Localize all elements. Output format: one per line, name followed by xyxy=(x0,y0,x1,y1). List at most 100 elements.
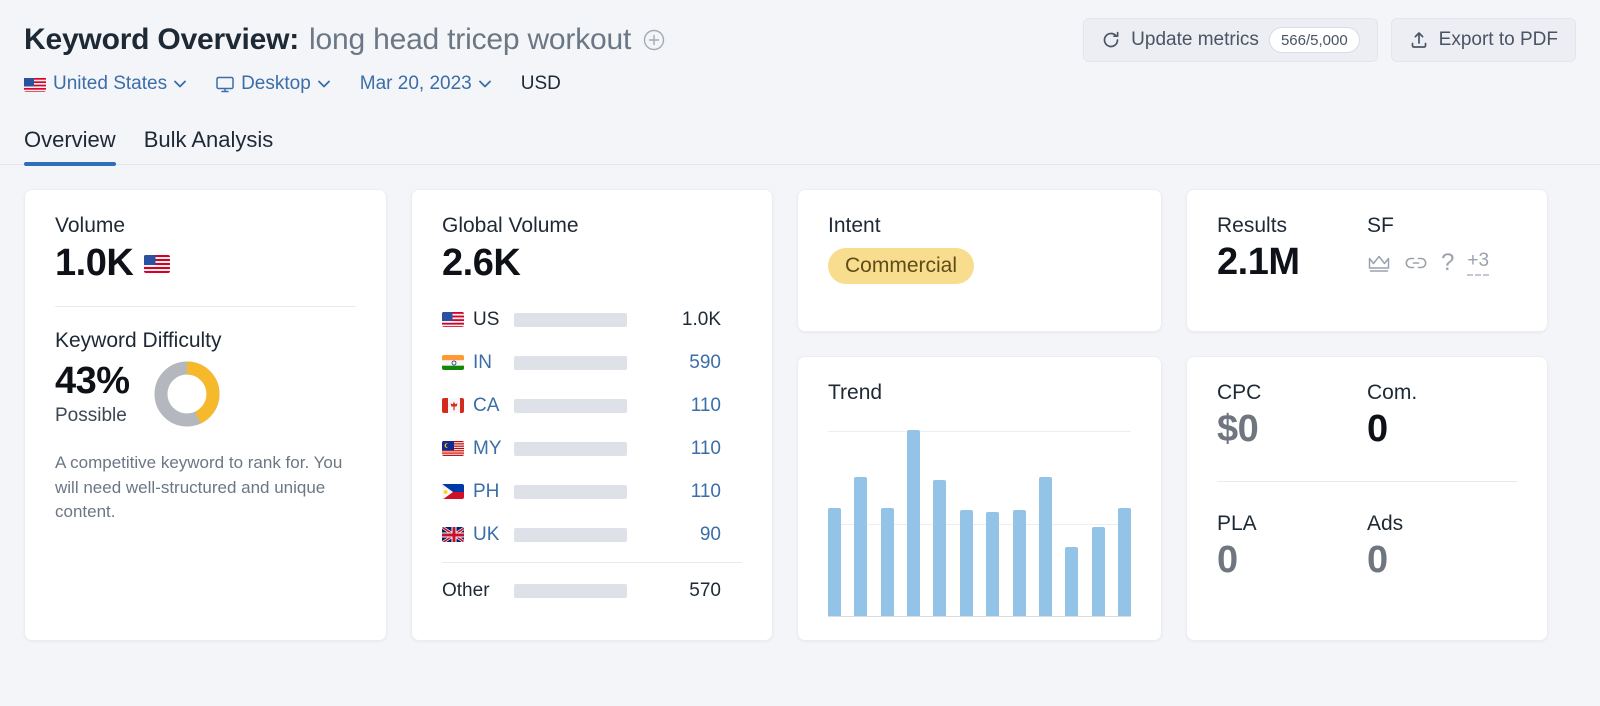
country-code-us: US xyxy=(442,309,514,331)
ca-flag xyxy=(442,398,464,413)
trend-bar[interactable] xyxy=(907,430,920,616)
us-flag xyxy=(442,312,464,327)
volume-bar-track xyxy=(514,356,627,370)
country-code-ca[interactable]: CA xyxy=(442,395,514,417)
ads-block: Ads 0 xyxy=(1367,512,1517,582)
results-row: Results 2.1M SF xyxy=(1217,214,1517,283)
com-value: 0 xyxy=(1367,409,1517,451)
volume-bar-track xyxy=(514,399,627,413)
trend-bar[interactable] xyxy=(1039,477,1052,617)
volume-value: 1.0K xyxy=(55,243,133,284)
country-code-label: IN xyxy=(473,352,492,374)
country-code-label: UK xyxy=(473,524,499,546)
results-label: Results xyxy=(1217,214,1367,238)
sf-more-badge[interactable]: +3 xyxy=(1467,250,1489,276)
link-icon[interactable] xyxy=(1404,253,1428,273)
column-global-volume: Global Volume 2.6K US1.0KIN590CA110MY110… xyxy=(411,189,773,641)
country-code-ph[interactable]: PH xyxy=(442,481,514,503)
update-metrics-label: Update metrics xyxy=(1131,29,1259,51)
currency-label-wrap: USD xyxy=(521,73,561,95)
country-selector[interactable]: United States xyxy=(24,73,186,95)
trend-label: Trend xyxy=(828,381,1131,405)
trend-bar[interactable] xyxy=(828,508,841,616)
cpc-card: CPC $0 Com. 0 PLA 0 Ads 0 xyxy=(1186,356,1548,641)
tab-overview[interactable]: Overview xyxy=(24,127,116,164)
monitor-icon xyxy=(216,76,234,93)
country-volume-value[interactable]: 110 xyxy=(637,481,721,503)
other-label: Other xyxy=(442,580,490,602)
keyword-difficulty-note: A competitive keyword to rank for. You w… xyxy=(55,451,355,525)
trend-bar[interactable] xyxy=(986,512,999,616)
chevron-down-icon xyxy=(479,80,491,88)
page-header: Keyword Overview: long head tricep worko… xyxy=(0,0,1600,99)
question-icon[interactable]: ? xyxy=(1441,251,1454,275)
trend-bar[interactable] xyxy=(1092,527,1105,616)
country-volume-value[interactable]: 110 xyxy=(637,395,721,417)
country-code-label: MY xyxy=(473,438,502,460)
keyword-difficulty-text: 43% Possible xyxy=(55,361,130,427)
update-metrics-button[interactable]: Update metrics 566/5,000 xyxy=(1083,18,1378,62)
intent-badge[interactable]: Commercial xyxy=(828,248,974,284)
global-volume-row[interactable]: IN 590 xyxy=(442,341,742,384)
crown-icon[interactable] xyxy=(1367,253,1391,273)
country-code-uk[interactable]: UK xyxy=(442,524,514,546)
country-code-label: CA xyxy=(473,395,499,417)
pla-block: PLA 0 xyxy=(1217,512,1367,582)
ads-label: Ads xyxy=(1367,512,1517,536)
cpc-com-row: CPC $0 Com. 0 xyxy=(1217,381,1517,451)
country-volume-value[interactable]: 110 xyxy=(637,438,721,460)
global-volume-row[interactable]: MY 110 xyxy=(442,427,742,470)
upload-icon xyxy=(1409,30,1429,50)
trend-bar[interactable] xyxy=(854,477,867,617)
ads-value: 0 xyxy=(1367,540,1517,582)
global-volume-label: Global Volume xyxy=(442,214,742,238)
trend-baseline xyxy=(828,616,1131,617)
divider xyxy=(442,562,742,563)
cpc-value: $0 xyxy=(1217,409,1367,451)
volume-bar-track xyxy=(514,528,627,542)
results-block: Results 2.1M xyxy=(1217,214,1367,283)
cpc-block: CPC $0 xyxy=(1217,381,1367,451)
trend-bar[interactable] xyxy=(933,480,946,616)
cpc-label: CPC xyxy=(1217,381,1367,405)
global-volume-row[interactable]: PH 110 xyxy=(442,470,742,513)
device-selector[interactable]: Desktop xyxy=(216,73,330,95)
volume-bar-track xyxy=(514,442,627,456)
trend-bar[interactable] xyxy=(1013,510,1026,616)
column-volume: Volume 1.0K Keyword Diffic xyxy=(24,189,387,641)
trend-bar[interactable] xyxy=(1065,547,1078,616)
plus-circle-icon[interactable] xyxy=(643,29,665,51)
ph-flag xyxy=(442,484,464,499)
volume-bar-track xyxy=(514,485,627,499)
country-code-my[interactable]: MY xyxy=(442,438,514,460)
export-pdf-button[interactable]: Export to PDF xyxy=(1391,18,1576,62)
keyword-difficulty-donut xyxy=(152,359,222,429)
global-volume-row[interactable]: UK 90 xyxy=(442,513,742,556)
tab-bar: Overview Bulk Analysis xyxy=(0,119,1600,165)
tab-bulk-analysis[interactable]: Bulk Analysis xyxy=(144,127,274,164)
tab-bulk-analysis-label: Bulk Analysis xyxy=(144,127,274,152)
global-volume-row[interactable]: CA 110 xyxy=(442,384,742,427)
column-results-cpc: Results 2.1M SF xyxy=(1186,189,1548,641)
sf-label: SF xyxy=(1367,214,1517,238)
date-label: Mar 20, 2023 xyxy=(360,73,472,95)
column-intent-trend: Intent Commercial Trend xyxy=(797,189,1162,641)
global-volume-row[interactable]: US1.0K xyxy=(442,298,742,341)
country-code-in[interactable]: IN xyxy=(442,352,514,374)
country-volume-value[interactable]: 90 xyxy=(637,524,721,546)
global-volume-card: Global Volume 2.6K US1.0KIN590CA110MY110… xyxy=(411,189,773,641)
trend-bar[interactable] xyxy=(1118,508,1131,616)
com-block: Com. 0 xyxy=(1367,381,1517,451)
keyword-difficulty-row: 43% Possible xyxy=(55,359,356,429)
trend-card: Trend xyxy=(797,356,1162,641)
trend-bar[interactable] xyxy=(960,510,973,616)
country-volume-value[interactable]: 590 xyxy=(637,352,721,374)
trend-bars xyxy=(828,430,1131,616)
us-flag xyxy=(144,255,170,273)
pla-label: PLA xyxy=(1217,512,1367,536)
trend-bar[interactable] xyxy=(881,508,894,616)
date-selector[interactable]: Mar 20, 2023 xyxy=(360,73,491,95)
metrics-grid: Volume 1.0K Keyword Diffic xyxy=(0,165,1600,641)
export-pdf-label: Export to PDF xyxy=(1439,29,1558,51)
other-volume-value: 570 xyxy=(637,580,721,602)
